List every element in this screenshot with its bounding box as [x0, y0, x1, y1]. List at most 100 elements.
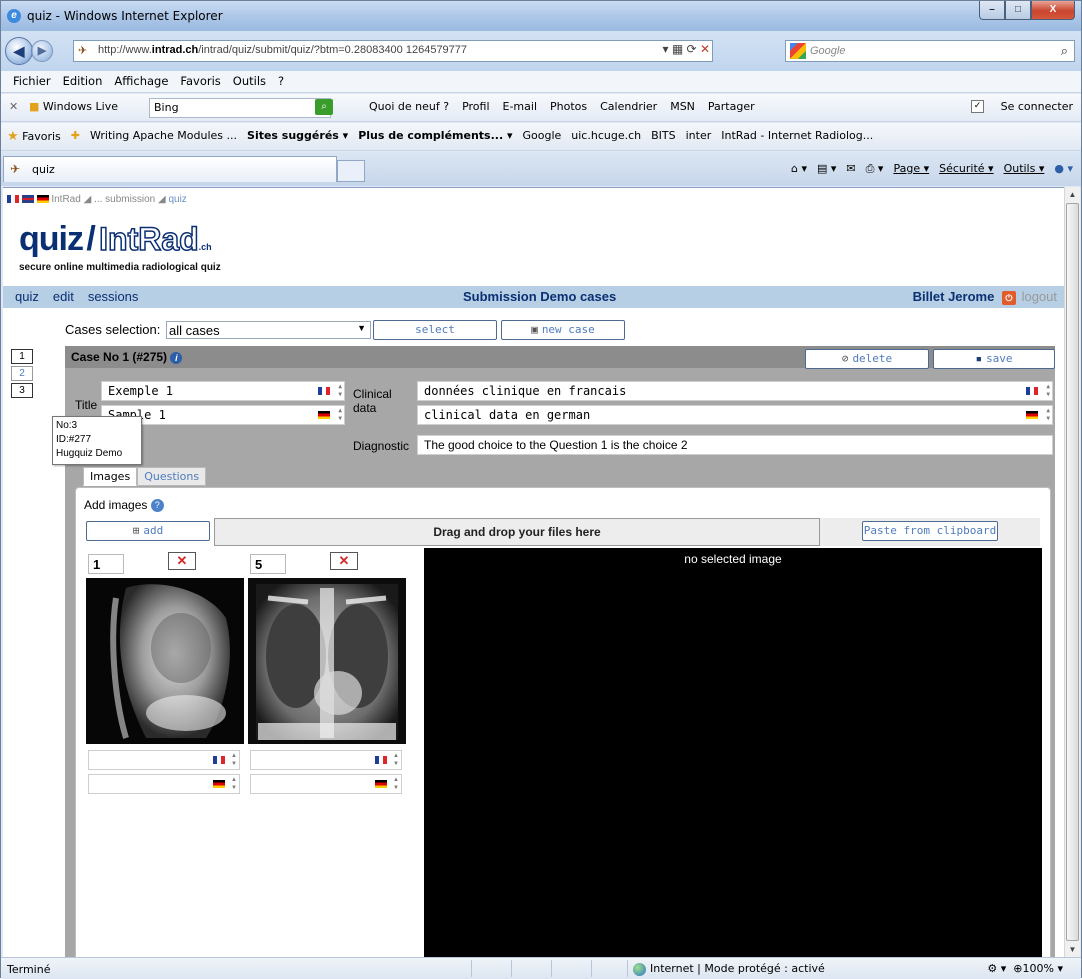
flag-de-icon[interactable]	[36, 195, 49, 204]
logout-icon[interactable]: ⏻	[1001, 290, 1016, 305]
compat-view-icon[interactable]: ▦	[672, 42, 683, 56]
address-bar[interactable]: ✈ http://www.intrad.ch/intrad/quiz/submi…	[73, 40, 713, 62]
spinner-icon[interactable]: ▲ ▼	[393, 776, 399, 792]
scroll-up-icon[interactable]: ▲	[1065, 187, 1080, 202]
zoom-level[interactable]: ⚙ ▾ ⊕100% ▾	[987, 962, 1063, 975]
spinner-icon[interactable]: ▲ ▼	[393, 752, 399, 768]
tab-images[interactable]: Images	[83, 467, 138, 486]
image-viewer[interactable]: no selected image	[424, 548, 1042, 962]
fav-item-uic[interactable]: uic.hcuge.ch	[571, 129, 641, 144]
fav-item-bits[interactable]: BITS	[651, 129, 676, 144]
case-number-2[interactable]: 2	[11, 366, 33, 381]
scroll-thumb[interactable]	[1066, 203, 1079, 941]
refresh-icon[interactable]: ⟳	[687, 42, 697, 56]
flag-uk-icon[interactable]	[21, 195, 34, 204]
remove-thumb-1-button[interactable]: ✕	[168, 552, 196, 570]
help-icon[interactable]: ?	[150, 499, 164, 513]
spinner-icon[interactable]: ▲ ▼	[1046, 383, 1050, 399]
nav-quiz[interactable]: quiz	[15, 289, 39, 304]
minimize-button[interactable]: –	[979, 1, 1005, 20]
feeds-icon[interactable]: ▤ ▾	[817, 162, 836, 176]
bing-search-input[interactable]: Bing	[149, 98, 331, 118]
signin-checkbox[interactable]: ✓	[971, 100, 984, 113]
live-link-email[interactable]: E-mail	[503, 100, 538, 113]
breadcrumb-quiz[interactable]: quiz	[168, 194, 186, 205]
spinner-icon[interactable]: ▲ ▼	[338, 383, 342, 399]
logout-link[interactable]: logout	[1022, 289, 1057, 304]
home-icon[interactable]: ⌂ ▾	[791, 162, 807, 176]
save-button[interactable]: ▪ save	[933, 349, 1055, 369]
tab-quiz[interactable]: ✈ quiz	[3, 156, 337, 182]
live-link-msn[interactable]: MSN	[670, 100, 695, 113]
scroll-down-icon[interactable]: ▼	[1065, 942, 1080, 957]
flag-fr-icon[interactable]	[7, 195, 19, 204]
fav-item-apache[interactable]: Writing Apache Modules ...	[90, 129, 237, 144]
live-link-news[interactable]: Quoi de neuf ?	[369, 100, 449, 113]
xray-frontal-thumbnail[interactable]	[248, 578, 406, 744]
favorites-button[interactable]: ★ Favoris	[7, 129, 61, 144]
page-scrollbar[interactable]: ▲ ▼	[1064, 187, 1080, 957]
thumb-2-caption-de[interactable]: ▲ ▼	[250, 774, 402, 794]
stop-icon[interactable]: ✕	[700, 42, 710, 56]
diagnostic-input[interactable]: The good choice to the Question 1 is the…	[417, 435, 1053, 455]
case-number-3[interactable]: 3	[11, 383, 33, 398]
nav-edit[interactable]: edit	[53, 289, 74, 304]
spinner-icon[interactable]: ▲ ▼	[231, 776, 237, 792]
paste-from-clipboard-button[interactable]: Paste from clipboard	[862, 521, 998, 541]
menu-help[interactable]: ?	[272, 71, 290, 92]
tab-questions[interactable]: Questions	[137, 467, 207, 486]
remove-thumb-2-button[interactable]: ✕	[330, 552, 358, 570]
title-fr-input[interactable]: Exemple 1 ▲ ▼	[101, 381, 345, 401]
thumb-1-caption-de[interactable]: ▲ ▼	[88, 774, 240, 794]
fav-item-intrad[interactable]: IntRad - Internet Radiolog...	[721, 129, 873, 144]
live-link-calendar[interactable]: Calendrier	[600, 100, 657, 113]
menu-favoris[interactable]: Favoris	[174, 71, 226, 92]
page-menu[interactable]: Page ▾	[893, 162, 929, 176]
dropdown-icon[interactable]: ▾	[662, 42, 668, 56]
clinical-fr-input[interactable]: données clinique en francais ▲ ▼	[417, 381, 1053, 401]
search-icon[interactable]: ⌕	[1061, 43, 1068, 59]
info-icon[interactable]: i	[170, 352, 183, 364]
thumb-2-caption-fr[interactable]: ▲ ▼	[250, 750, 402, 770]
connect-link[interactable]: Se connecter	[1001, 100, 1073, 113]
cases-selection-dropdown[interactable]: all cases ▼	[166, 321, 371, 339]
protected-mode-icon[interactable]: ⚙ ▾	[987, 962, 1006, 975]
thumb-1-caption-fr[interactable]: ▲ ▼	[88, 750, 240, 770]
select-button[interactable]: select	[373, 320, 497, 340]
menu-outils[interactable]: Outils	[227, 71, 272, 92]
tools-menu[interactable]: Outils ▾	[1004, 162, 1045, 176]
live-link-share[interactable]: Partager	[708, 100, 755, 113]
menu-affichage[interactable]: Affichage	[108, 71, 174, 92]
xray-lateral-thumbnail[interactable]	[86, 578, 244, 744]
close-button[interactable]: X	[1031, 1, 1075, 20]
print-icon[interactable]: ⎙ ▾	[866, 162, 884, 176]
maximize-button[interactable]: □	[1005, 1, 1031, 20]
fav-item-inter[interactable]: inter	[686, 129, 712, 144]
nav-sessions[interactable]: sessions	[88, 289, 139, 304]
help-icon[interactable]: ● ▾	[1054, 162, 1073, 176]
spinner-icon[interactable]: ▲ ▼	[231, 752, 237, 768]
back-button[interactable]: ◀	[5, 37, 33, 65]
close-toolbar-icon[interactable]: ✕	[9, 100, 18, 113]
search-box[interactable]: Google ⌕	[785, 40, 1075, 62]
thumb-1-number[interactable]: 1	[88, 554, 124, 574]
thumb-2-number[interactable]: 5	[250, 554, 286, 574]
delete-button[interactable]: ⊘ delete	[805, 349, 929, 369]
security-menu[interactable]: Sécurité ▾	[939, 162, 993, 176]
security-zone[interactable]: Internet | Mode protégé : activé	[633, 962, 825, 976]
fav-item-addons[interactable]: Plus de compléments... ▾	[358, 129, 512, 144]
clinical-de-input[interactable]: clinical data en german ▲ ▼	[417, 405, 1053, 425]
spinner-icon[interactable]: ▲ ▼	[338, 407, 342, 423]
live-link-profile[interactable]: Profil	[462, 100, 489, 113]
quiz-intrad-logo[interactable]: quiz / IntRad.ch	[19, 220, 212, 259]
new-tab-button[interactable]	[337, 160, 365, 182]
bing-search-button[interactable]: ⌕	[315, 99, 333, 115]
add-button[interactable]: ⊞ add	[86, 521, 210, 541]
add-favorite-icon[interactable]: ✚	[71, 129, 80, 144]
dropzone[interactable]: Drag and drop your files here	[214, 518, 820, 546]
spinner-icon[interactable]: ▲ ▼	[1046, 407, 1050, 423]
live-link-photos[interactable]: Photos	[550, 100, 587, 113]
new-case-button[interactable]: ▣ new case	[501, 320, 625, 340]
fav-item-suggested[interactable]: Sites suggérés ▾	[247, 129, 348, 144]
breadcrumb-submission[interactable]: ... submission ◢	[94, 194, 166, 205]
